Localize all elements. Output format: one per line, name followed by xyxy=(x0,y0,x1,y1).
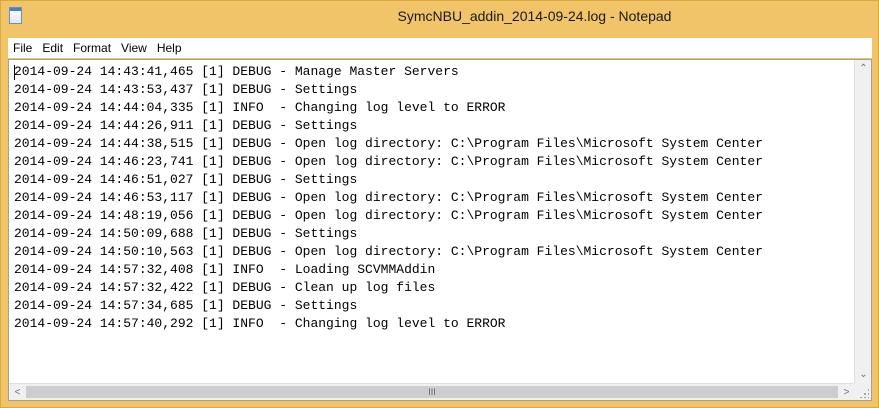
log-line: 2014-09-24 14:57:32,408 [1] INFO - Loadi… xyxy=(14,262,436,277)
log-line: 2014-09-24 14:57:34,685 [1] DEBUG - Sett… xyxy=(14,298,358,313)
scroll-grip-icon: III xyxy=(428,387,436,397)
log-line: 2014-09-24 14:48:19,056 [1] DEBUG - Open… xyxy=(14,208,763,223)
log-line: 2014-09-24 14:46:51,027 [1] DEBUG - Sett… xyxy=(14,172,358,187)
log-line: 2014-09-24 14:43:41,465 [1] DEBUG - Mana… xyxy=(14,64,459,79)
menu-edit[interactable]: Edit xyxy=(37,38,68,58)
log-line: 2014-09-24 14:43:53,437 [1] DEBUG - Sett… xyxy=(14,82,358,97)
log-line: 2014-09-24 14:46:53,117 [1] DEBUG - Open… xyxy=(14,190,763,205)
log-line: 2014-09-24 14:57:40,292 [1] INFO - Chang… xyxy=(14,316,506,331)
text-editor[interactable]: 2014-09-24 14:43:41,465 [1] DEBUG - Mana… xyxy=(8,59,872,401)
notepad-window: SymcNBU_addin_2014-09-24.log - Notepad F… xyxy=(0,0,879,408)
text-caret xyxy=(14,65,15,80)
window-title: SymcNBU_addin_2014-09-24.log - Notepad xyxy=(397,8,672,24)
scroll-up-icon[interactable]: ⌃ xyxy=(855,60,871,77)
horizontal-scrollbar[interactable]: < III > xyxy=(9,383,855,400)
log-line: 2014-09-24 14:44:04,335 [1] INFO - Chang… xyxy=(14,100,506,115)
log-line: 2014-09-24 14:44:38,515 [1] DEBUG - Open… xyxy=(14,136,763,151)
menu-bar: File Edit Format View Help xyxy=(8,38,872,58)
menu-view[interactable]: View xyxy=(116,38,152,58)
menu-file[interactable]: File xyxy=(8,38,37,58)
log-line: 2014-09-24 14:46:23,741 [1] DEBUG - Open… xyxy=(14,154,763,169)
scroll-down-icon[interactable]: ⌄ xyxy=(855,366,871,383)
log-line: 2014-09-24 14:50:10,563 [1] DEBUG - Open… xyxy=(14,244,763,259)
scrollbar-corner xyxy=(854,383,871,400)
horizontal-scroll-thumb[interactable]: III xyxy=(26,386,838,398)
log-line: 2014-09-24 14:44:26,911 [1] DEBUG - Sett… xyxy=(14,118,358,133)
log-line: 2014-09-24 14:50:09,688 [1] DEBUG - Sett… xyxy=(14,226,358,241)
log-line: 2014-09-24 14:57:32,422 [1] DEBUG - Clea… xyxy=(14,280,436,295)
scroll-left-icon[interactable]: < xyxy=(9,384,26,400)
scroll-right-icon[interactable]: > xyxy=(838,384,855,400)
title-bar[interactable]: SymcNBU_addin_2014-09-24.log - Notepad xyxy=(1,1,878,31)
menu-format[interactable]: Format xyxy=(68,38,116,58)
text-content[interactable]: 2014-09-24 14:43:41,465 [1] DEBUG - Mana… xyxy=(9,60,855,383)
vertical-scrollbar[interactable]: ⌃ ⌄ xyxy=(854,60,871,383)
resize-grip-icon[interactable] xyxy=(859,388,869,398)
menu-help[interactable]: Help xyxy=(152,38,187,58)
